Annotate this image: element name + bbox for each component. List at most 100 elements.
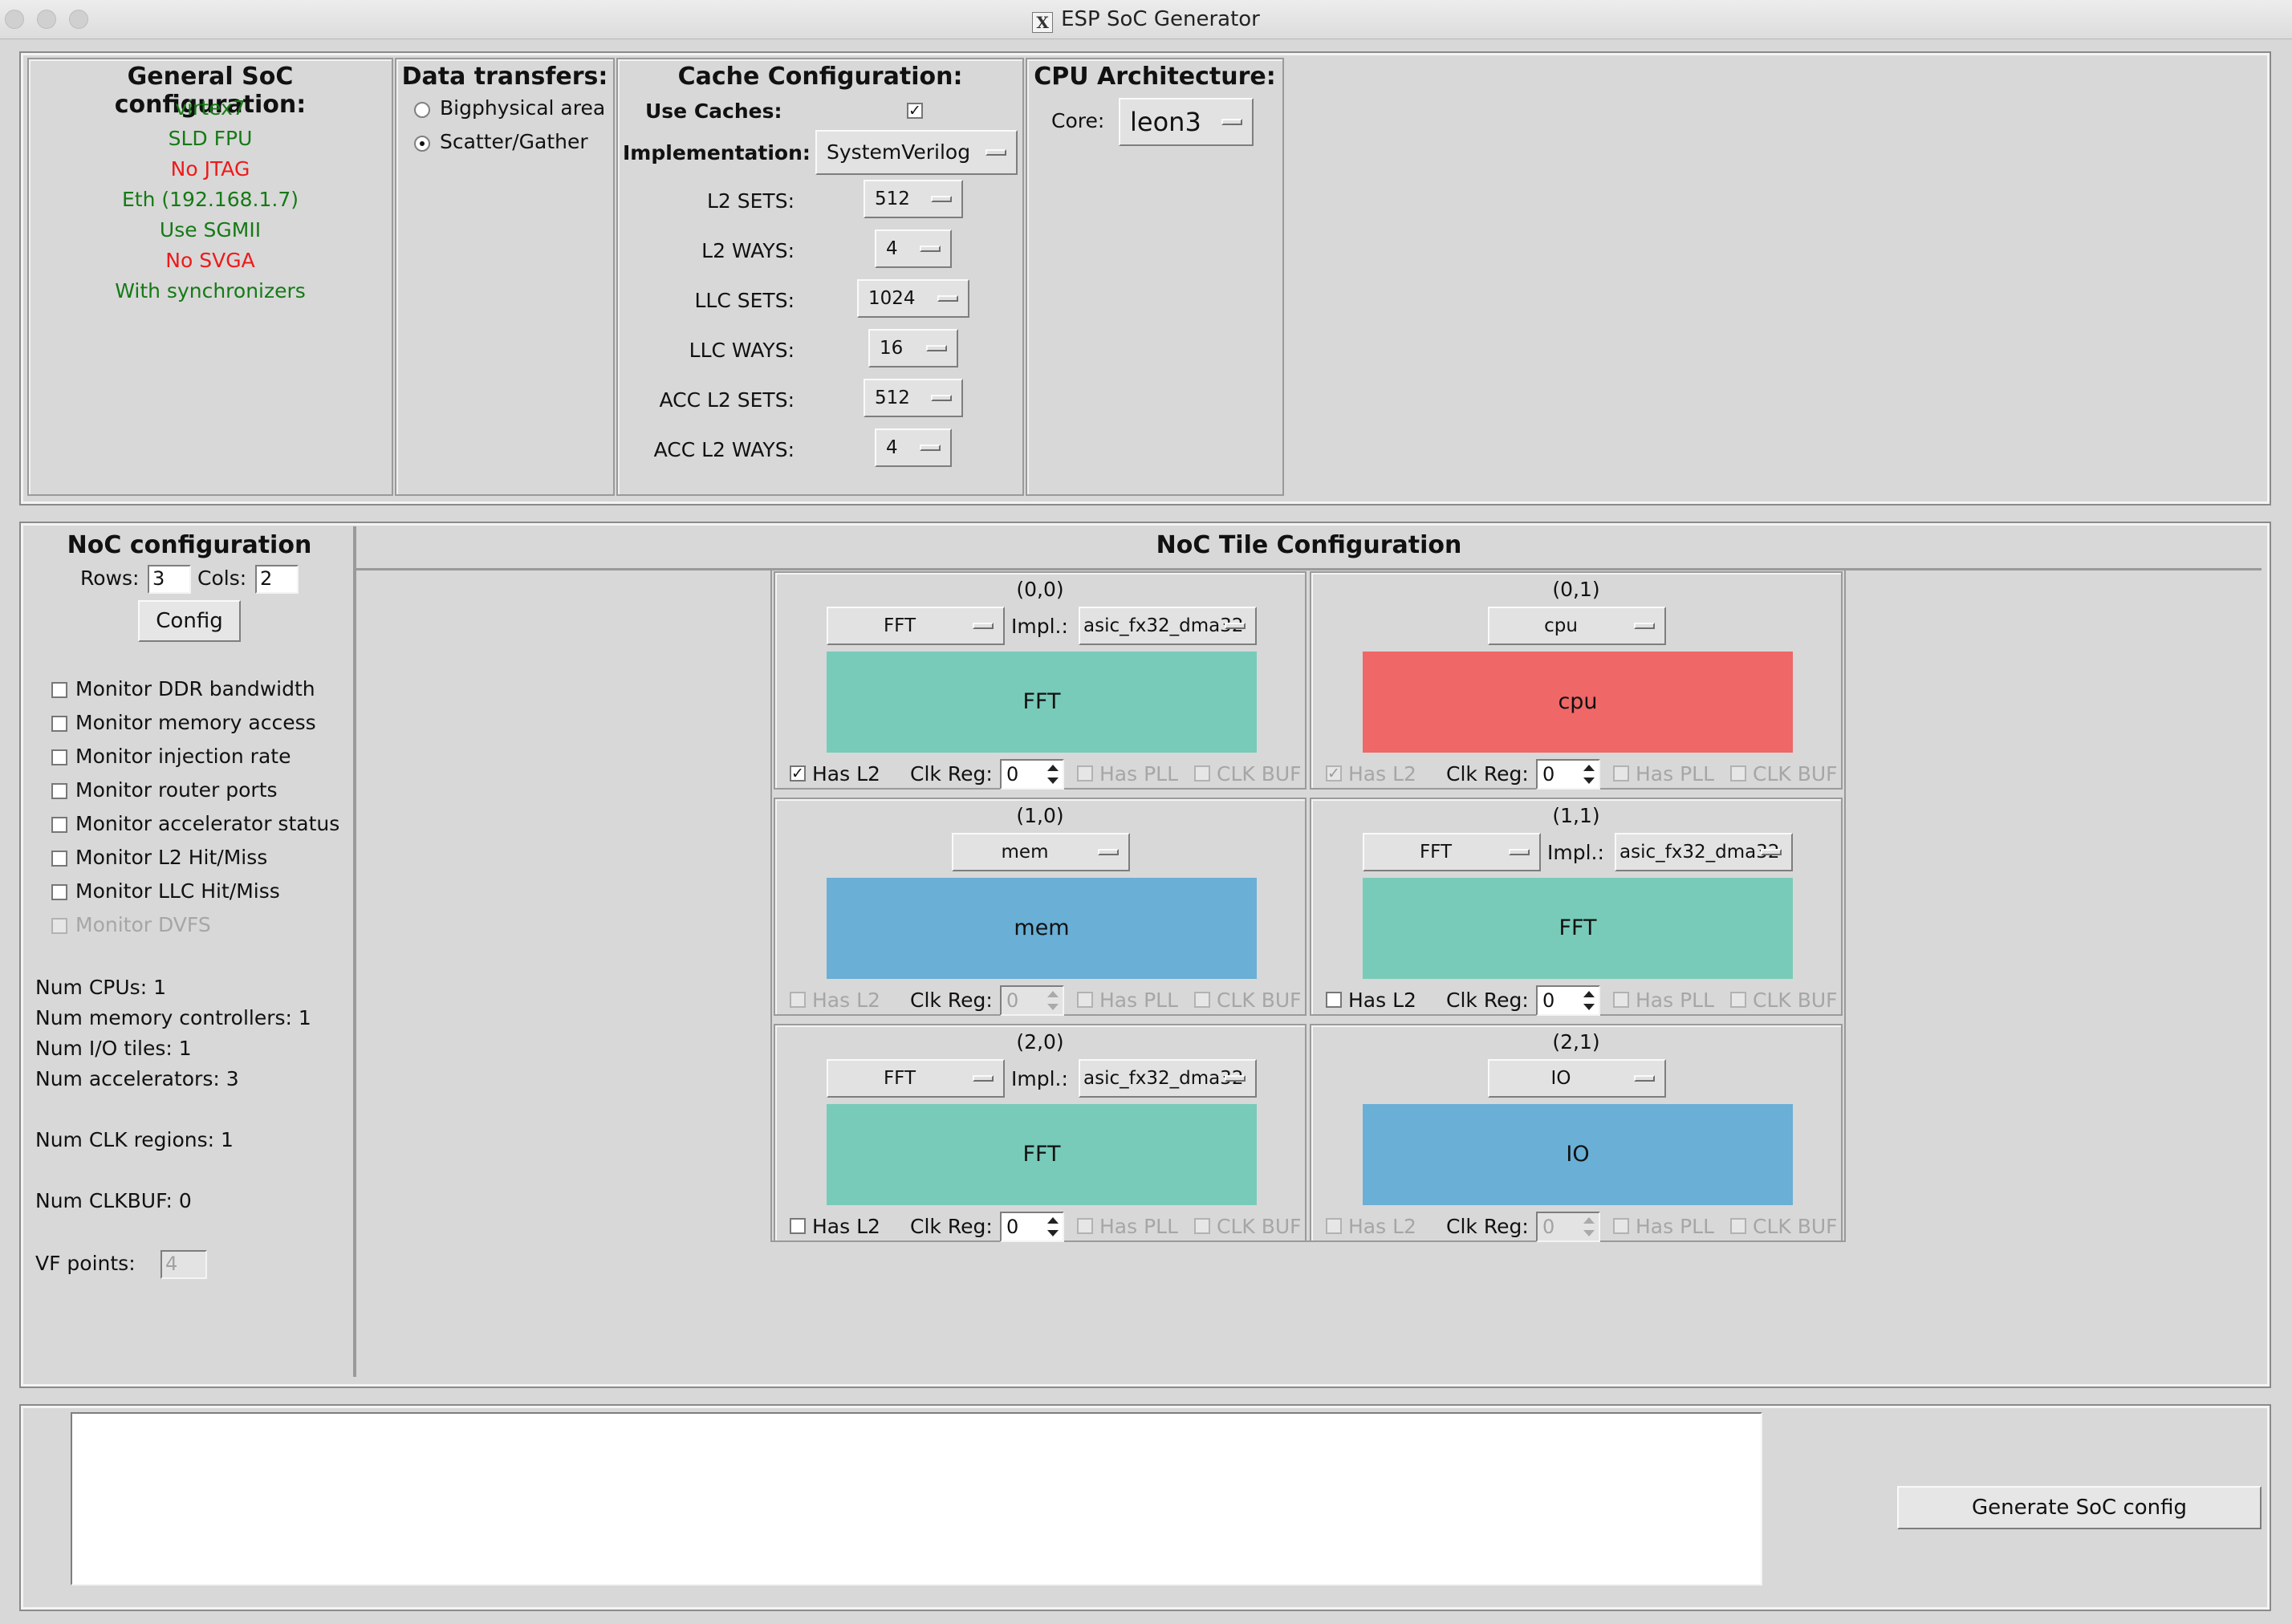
cache-config-title: Cache Configuration: [677, 63, 963, 91]
clk-reg-spinbox[interactable]: 0 [1000, 759, 1064, 790]
spin-arrows-icon[interactable] [1579, 762, 1597, 786]
arrow-down-icon [1583, 777, 1595, 784]
tile-coordinates: (1,0) [1016, 804, 1064, 827]
monitor-checkbox[interactable] [51, 783, 67, 799]
cols-label: Cols: [197, 566, 247, 590]
noc-tile: (0,0) FFT Impl.: asic_fx32_dma32 FFT ✓ Has L2 C… [774, 571, 1307, 790]
monitor-option[interactable]: Monitor injection rate [51, 745, 348, 770]
clk-reg-spinbox[interactable]: 0 [1536, 759, 1600, 790]
has-l2-checkbox[interactable]: ✓ [790, 765, 806, 782]
tile-type-select[interactable]: FFT [827, 1059, 1005, 1098]
tile-block: FFT [827, 652, 1257, 753]
spin-arrows-icon[interactable] [1579, 989, 1597, 1013]
impl-label: Impl.: [1547, 841, 1604, 864]
transfer-option[interactable]: Scatter/Gather [408, 130, 600, 154]
monitor-option[interactable]: Monitor memory access [51, 711, 348, 737]
cache-param-select[interactable]: 512 [864, 180, 963, 218]
tile-block: FFT [827, 1104, 1257, 1205]
tile-impl-select[interactable]: asic_fx32_dma32 [1079, 1059, 1257, 1098]
dropdown-indicator-icon [1098, 849, 1119, 855]
radio-button[interactable] [414, 102, 430, 118]
monitor-option[interactable]: Monitor L2 Hit/Miss [51, 846, 348, 871]
monitor-option: Monitor DVFS [51, 913, 348, 939]
general-soc-item: SLD FPU [168, 127, 253, 150]
use-caches-checkbox[interactable]: ✓ [907, 103, 923, 119]
data-transfers-title: Data transfers: [401, 63, 608, 91]
clk-reg-spinbox[interactable]: 0 [1536, 985, 1600, 1016]
monitor-checkbox [51, 918, 67, 934]
transfer-option[interactable]: Bigphysical area [408, 96, 605, 120]
dropdown-indicator-icon [1634, 623, 1655, 629]
vf-points-input[interactable]: 4 [161, 1250, 207, 1279]
monitor-checkbox[interactable] [51, 817, 67, 833]
has-l2-checkbox[interactable] [1326, 992, 1342, 1008]
clk-reg-spinbox[interactable]: 0 [1000, 1212, 1064, 1242]
radio-button[interactable] [414, 136, 430, 152]
spin-arrows-icon[interactable] [1043, 1215, 1061, 1239]
cols-input[interactable]: 2 [255, 565, 299, 594]
monitor-checkbox[interactable] [51, 884, 67, 900]
cache-param-select[interactable]: 512 [864, 379, 963, 417]
monitor-checkbox[interactable] [51, 682, 67, 698]
tile-coordinates: (0,1) [1552, 578, 1600, 601]
cache-param-value: 1024 [868, 288, 916, 309]
has-l2-checkbox [1326, 1218, 1342, 1234]
cpu-architecture-panel: CPU Architecture: Core: leon3 [1026, 58, 1284, 496]
tile-impl-value: asic_fx32_dma32 [1619, 842, 1780, 863]
tile-impl-select[interactable]: asic_fx32_dma32 [1079, 607, 1257, 645]
num-cpus: Num CPUs: 1 [35, 976, 166, 999]
tile-coordinates: (2,0) [1016, 1030, 1064, 1054]
noc-tile: (2,0) FFT Impl.: asic_fx32_dma32 FFT Has L2 Cl… [774, 1024, 1307, 1242]
implementation-select[interactable]: SystemVerilog [815, 130, 1018, 175]
dropdown-indicator-icon [931, 395, 952, 401]
monitor-checkbox[interactable] [51, 716, 67, 732]
tile-type-value: FFT [883, 1068, 916, 1089]
cache-param-select[interactable]: 4 [875, 428, 952, 467]
core-select[interactable]: leon3 [1119, 98, 1254, 146]
cache-param-select[interactable]: 1024 [857, 279, 969, 318]
dropdown-indicator-icon [1761, 849, 1782, 855]
clk-reg-value: 0 [1542, 763, 1555, 786]
monitor-checkbox[interactable] [51, 749, 67, 765]
tile-type-select[interactable]: cpu [1488, 607, 1666, 645]
clk-buf-label: CLK BUF [1217, 762, 1302, 786]
spin-arrows-icon[interactable] [1043, 762, 1061, 786]
clk-buf-label: CLK BUF [1753, 1215, 1838, 1238]
tile-impl-select[interactable]: asic_fx32_dma32 [1615, 833, 1793, 871]
dropdown-indicator-icon [1225, 623, 1246, 629]
monitor-option[interactable]: Monitor DDR bandwidth [51, 677, 348, 703]
has-pll-checkbox [1613, 765, 1629, 782]
has-pll-checkbox [1613, 1218, 1629, 1234]
has-l2-checkbox[interactable] [790, 1218, 806, 1234]
tile-impl-value: asic_fx32_dma32 [1083, 615, 1244, 636]
monitor-option[interactable]: Monitor LLC Hit/Miss [51, 879, 348, 905]
has-pll-label: Has PLL [1099, 762, 1179, 786]
cache-param-select[interactable]: 16 [868, 329, 958, 367]
tile-type-select[interactable]: IO [1488, 1059, 1666, 1098]
arrow-up-icon [1583, 991, 1595, 997]
config-button[interactable]: Config [138, 600, 241, 642]
has-pll-checkbox [1077, 765, 1093, 782]
output-log-textarea[interactable] [71, 1412, 1762, 1585]
tile-options-row: ✓ Has L2 Clk Reg: 0 Has PLL CLK BUF [775, 759, 1305, 790]
implementation-value: SystemVerilog [827, 140, 971, 164]
tile-type-select[interactable]: FFT [827, 607, 1005, 645]
monitor-checkbox[interactable] [51, 851, 67, 867]
cache-param-value: 4 [886, 437, 898, 458]
arrow-up-icon [1047, 1217, 1059, 1224]
clk-reg-label: Clk Reg: [1446, 989, 1529, 1012]
clk-buf-checkbox [1730, 765, 1746, 782]
tile-type-select[interactable]: mem [952, 833, 1130, 871]
has-l2-label: Has L2 [1348, 762, 1416, 786]
cpu-architecture-title: CPU Architecture: [1034, 63, 1276, 91]
clk-reg-value: 0 [1006, 763, 1019, 786]
cache-param-select[interactable]: 4 [875, 229, 952, 268]
monitor-option[interactable]: Monitor router ports [51, 778, 348, 804]
cache-param-label: LLC SETS: [694, 289, 795, 312]
tile-type-select[interactable]: FFT [1363, 833, 1541, 871]
generate-soc-config-button[interactable]: Generate SoC config [1897, 1486, 2262, 1529]
tile-type-value: FFT [883, 615, 916, 636]
monitor-option[interactable]: Monitor accelerator status [51, 812, 348, 838]
tile-coordinates: (2,1) [1552, 1030, 1600, 1054]
rows-input[interactable]: 3 [148, 565, 191, 594]
